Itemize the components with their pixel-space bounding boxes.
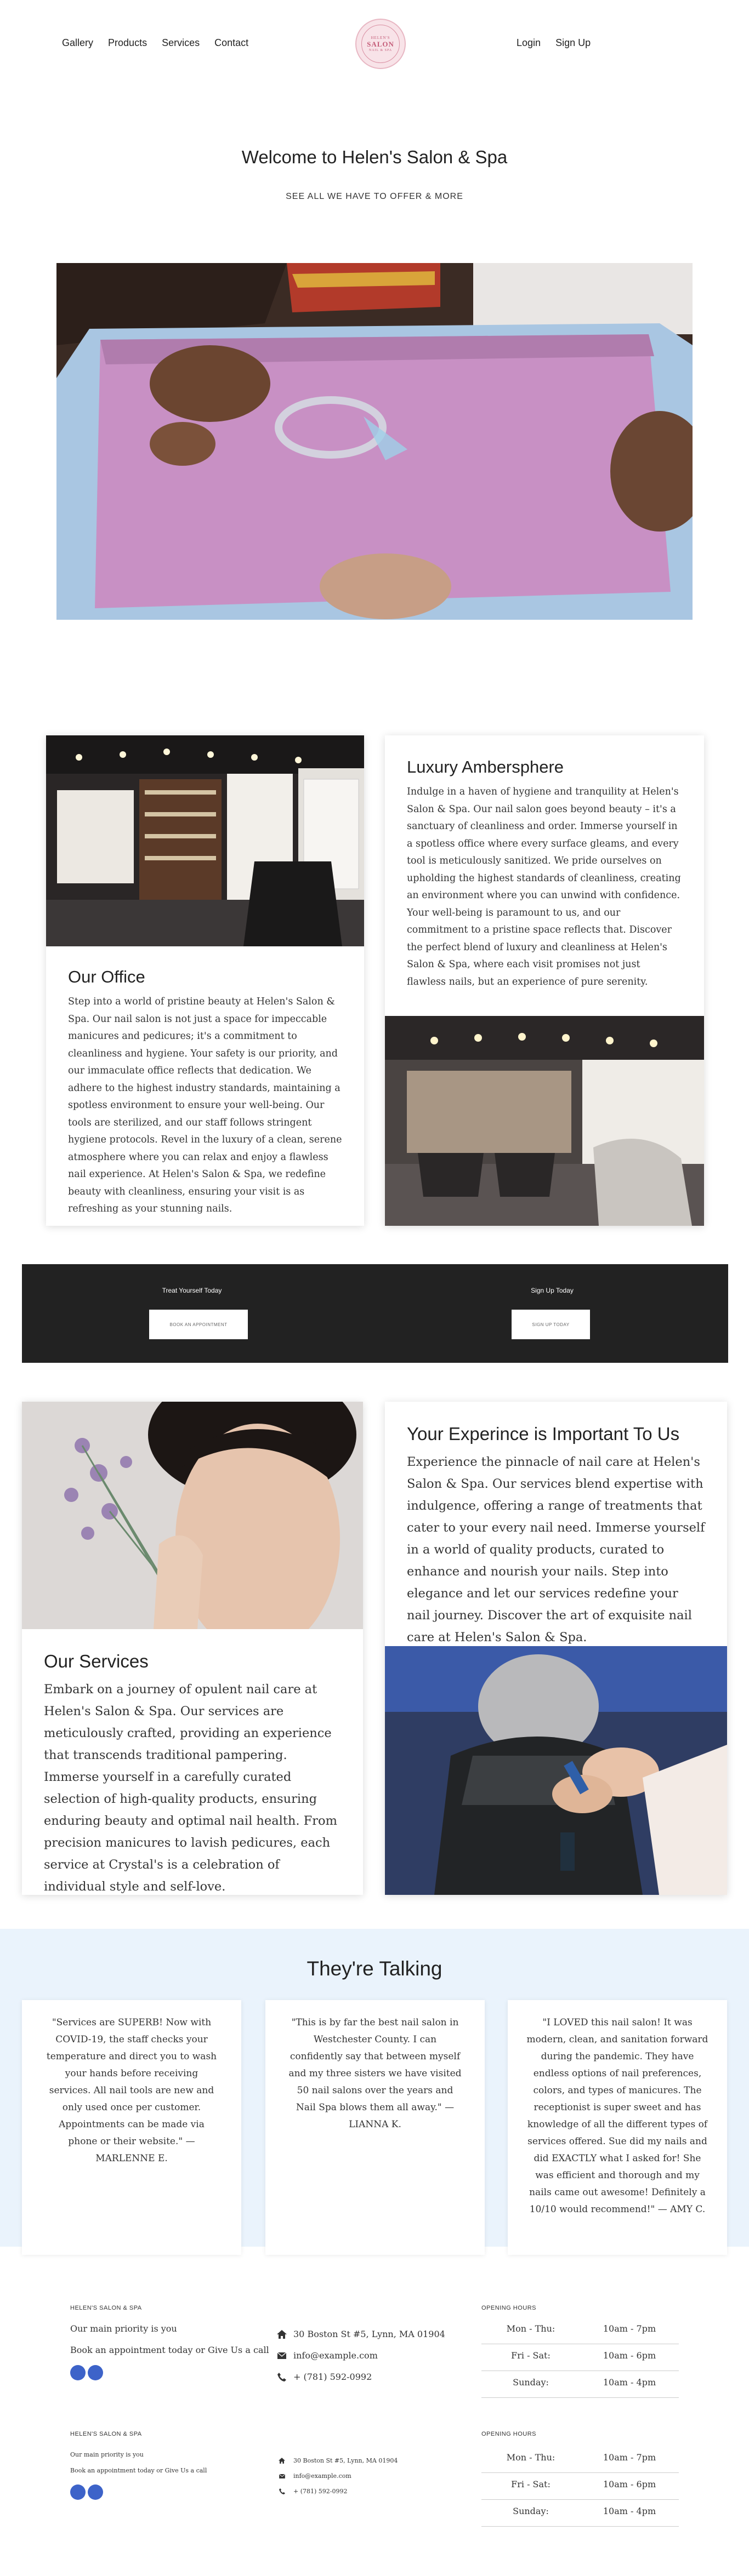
experience-text: Experience the pinnacle of nail care at … (407, 1455, 705, 1644)
account-nav: Login Sign Up (517, 37, 603, 49)
testimonials-title: They're Talking (307, 1957, 442, 1980)
hours-day: Mon - Thu: (506, 2452, 555, 2463)
logo-line-2: SALON (367, 40, 394, 48)
services-card: Our Services Embark on a journey of opul… (22, 1402, 363, 1895)
footer-address-row-small: 30 Boston St #5, Lynn, MA 01904 (276, 2457, 398, 2464)
hours-row: Sunday: 10am - 4pm (481, 2377, 679, 2398)
footer-phone-row[interactable]: + (781) 592-0992 (276, 2372, 372, 2382)
hours-day: Sunday: (513, 2377, 549, 2387)
testimonial-card-2: "This is by far the best nail salon in W… (265, 2000, 485, 2255)
footer-email-row-small[interactable]: info@example.com (276, 2472, 351, 2480)
footer-brand-small: HELEN'S SALON & SPA (70, 2431, 142, 2437)
book-appointment-button[interactable]: BOOK AN APPOINTMENT (149, 1310, 248, 1339)
luxury-title: Luxury Ambersphere (407, 757, 564, 776)
testimonial-card-3: "I LOVED this nail salon! It was modern,… (508, 2000, 727, 2255)
treat-yourself-label: Treat Yourself Today (162, 1287, 222, 1294)
footer-address-small: 30 Boston St #5, Lynn, MA 01904 (293, 2457, 398, 2464)
footer-address: 30 Boston St #5, Lynn, MA 01904 (293, 2329, 445, 2339)
manicure-photo (385, 1646, 727, 1895)
office-photo (46, 735, 364, 946)
hours-day: Fri - Sat: (511, 2479, 551, 2489)
home-icon (276, 2329, 288, 2339)
hours-time: 10am - 7pm (603, 2323, 656, 2334)
footer-brand: HELEN'S SALON & SPA (70, 2305, 142, 2311)
salon-interior-photo (385, 1016, 704, 1226)
hours-time: 10am - 6pm (603, 2479, 656, 2489)
footer-phone[interactable]: + (781) 592-0992 (293, 2372, 372, 2382)
login-link[interactable]: Login (517, 37, 541, 48)
hero-image (56, 263, 693, 620)
footer-phone-row-small[interactable]: + (781) 592-0992 (276, 2488, 348, 2495)
hours-row: Fri - Sat: 10am - 6pm (481, 2350, 679, 2371)
services-text: Embark on a journey of opulent nail care… (44, 1682, 337, 1894)
hours-time: 10am - 6pm (603, 2350, 656, 2361)
footer-email-row[interactable]: info@example.com (276, 2350, 378, 2361)
hours-time: 10am - 4pm (603, 2377, 656, 2387)
hours-time: 10am - 4pm (603, 2506, 656, 2516)
hours-day: Fri - Sat: (511, 2350, 551, 2361)
opening-hours-title-small: OPENING HOURS (481, 2431, 537, 2437)
signup-link[interactable]: Sign Up (555, 37, 591, 48)
page-title: Welcome to Helen's Salon & Spa (241, 147, 508, 167)
office-card: Our Office Step into a world of pristine… (46, 735, 364, 1226)
hours-day: Sunday: (513, 2506, 549, 2516)
hours-row: Mon - Thu: 10am - 7pm (481, 2452, 679, 2473)
testimonial-text-2: "This is by far the best nail salon in W… (288, 2017, 462, 2130)
opening-hours-title: OPENING HOURS (481, 2305, 537, 2311)
footer-address-row: 30 Boston St #5, Lynn, MA 01904 (276, 2329, 445, 2339)
footer-tagline: Our main priority is you (70, 2323, 177, 2334)
hours-row: Mon - Thu: 10am - 7pm (481, 2323, 679, 2344)
instagram-icon[interactable] (88, 2484, 103, 2500)
hours-day: Mon - Thu: (506, 2323, 555, 2334)
home-icon (276, 2458, 288, 2464)
logo-line-3: NAIL & SPA (368, 49, 393, 52)
cta-band: Treat Yourself Today BOOK AN APPOINTMENT… (22, 1264, 728, 1363)
testimonial-text-3: "I LOVED this nail salon! It was modern,… (526, 2017, 708, 2215)
mail-icon (276, 2352, 288, 2359)
testimonial-card-1: "Services are SUPERB! Now with COVID-19,… (22, 2000, 241, 2255)
luxury-card: Luxury Ambersphere Indulge in a haven of… (385, 735, 704, 1226)
footer-tagline-small: Our main priority is you (70, 2451, 144, 2458)
footer-email-small[interactable]: info@example.com (293, 2472, 351, 2480)
facebook-icon[interactable] (70, 2365, 86, 2380)
phone-icon (276, 2372, 288, 2381)
logo-line-1: HELEN'S (371, 36, 390, 40)
hours-row: Fri - Sat: 10am - 6pm (481, 2479, 679, 2500)
office-title: Our Office (68, 967, 145, 986)
instagram-icon[interactable] (88, 2365, 103, 2380)
sign-up-button[interactable]: SIGN UP TODAY (512, 1310, 590, 1339)
office-text: Step into a world of pristine beauty at … (68, 996, 342, 1214)
experience-title: Your Experince is Important To Us (407, 1424, 680, 1444)
nav-services[interactable]: Services (162, 37, 200, 48)
services-title: Our Services (44, 1651, 149, 1671)
testimonial-text-1: "Services are SUPERB! Now with COVID-19,… (46, 2017, 217, 2164)
salon-logo[interactable]: HELEN'S SALON NAIL & SPA (355, 19, 406, 69)
facebook-icon[interactable] (70, 2484, 86, 2500)
main-nav: Gallery Products Services Contact (62, 37, 260, 49)
see-all-link[interactable]: SEE ALL WE HAVE TO OFFER & MORE (0, 192, 749, 202)
hours-row: Sunday: 10am - 4pm (481, 2506, 679, 2527)
woman-with-flowers-photo (22, 1402, 363, 1629)
footer-book-text: Book an appointment today or Give Us a c… (70, 2345, 269, 2355)
phone-icon (276, 2488, 288, 2494)
hours-time: 10am - 7pm (603, 2452, 656, 2463)
footer-phone-small[interactable]: + (781) 592-0992 (293, 2488, 348, 2495)
footer-email[interactable]: info@example.com (293, 2350, 378, 2361)
nav-contact[interactable]: Contact (214, 37, 248, 48)
sign-up-label: Sign Up Today (531, 1287, 574, 1294)
footer-book-text-small: Book an appointment today or Give Us a c… (70, 2467, 207, 2474)
mail-icon (276, 2474, 288, 2478)
nav-gallery[interactable]: Gallery (62, 37, 93, 48)
nav-products[interactable]: Products (108, 37, 147, 48)
experience-card: Your Experince is Important To Us Experi… (385, 1402, 727, 1895)
luxury-text: Indulge in a haven of hygiene and tranqu… (407, 786, 681, 987)
